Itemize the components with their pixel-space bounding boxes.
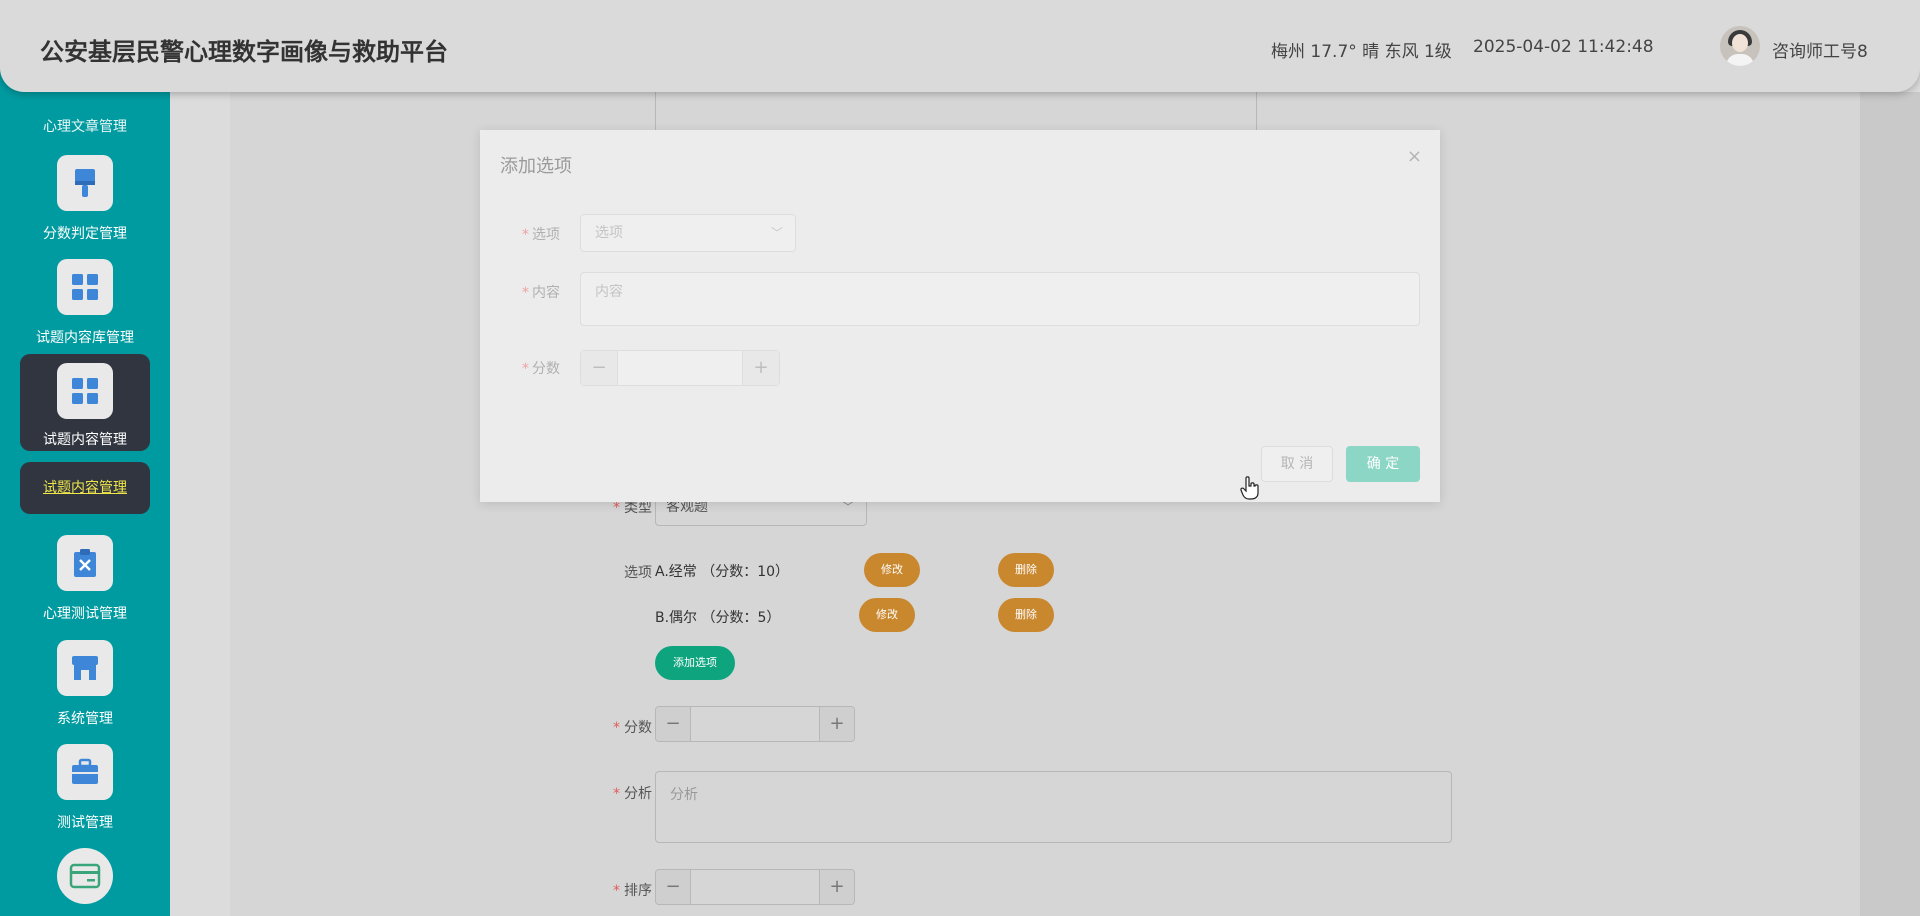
analysis-textarea[interactable]: 分析 (655, 771, 1452, 843)
delete-option-b-button[interactable]: 删除 (998, 598, 1054, 632)
cancel-button[interactable]: 取 消 (1261, 446, 1333, 482)
briefcase-icon (57, 744, 113, 800)
add-option-button[interactable]: 添加选项 (655, 646, 735, 680)
avatar[interactable] (1720, 26, 1760, 66)
score-stepper[interactable]: − + (655, 706, 855, 742)
order-label: * 排序 (613, 883, 652, 899)
analysis-label: * 分析 (613, 786, 652, 802)
delete-option-a-button[interactable]: 删除 (998, 553, 1054, 587)
modal-content-textarea[interactable]: 内容 (580, 272, 1420, 326)
sidebar-item-question-library[interactable]: 试题内容库管理 (20, 259, 150, 347)
app-title: 公安基层民警心理数字画像与救助平台 (40, 38, 448, 66)
sidebar-item-label: 测试管理 (57, 815, 113, 831)
username[interactable]: 咨询师工号8 (1772, 37, 1868, 62)
sidebar: 心理文章管理 分数判定管理 试题内容库管理 试题内容管理 试题内容管理 心理测试… (0, 0, 170, 916)
option-item-b: B.偶尔 （分数：5） (655, 610, 781, 626)
sidebar-subitem-question-content[interactable]: 试题内容管理 (20, 462, 150, 514)
plus-icon[interactable]: + (819, 870, 854, 904)
right-rail (1860, 92, 1920, 916)
sidebar-item-test[interactable]: 测试管理 (20, 744, 150, 832)
sidebar-item-label: 分数判定管理 (43, 226, 127, 242)
weather-info: 梅州 17.7° 晴 东风 1级 (1271, 42, 1452, 62)
sidebar-item-label: 心理测试管理 (43, 606, 127, 622)
minus-icon[interactable]: − (656, 707, 691, 741)
sidebar-item-label: 试题内容管理 (43, 432, 127, 448)
sidebar-item-label: 系统管理 (57, 711, 113, 727)
card-icon (57, 848, 113, 904)
sidebar-item-score-judge[interactable]: 分数判定管理 (20, 155, 150, 243)
close-icon[interactable]: × (1407, 146, 1422, 167)
avatar-body (1726, 54, 1754, 66)
minus-icon[interactable]: − (656, 870, 691, 904)
option-item-a: A.经常 （分数：10） (655, 564, 790, 580)
clipboard-x-icon (57, 535, 113, 591)
modal-score-stepper[interactable]: − + (580, 350, 780, 386)
score-label: * 分数 (613, 720, 652, 736)
hand-cursor-icon (1240, 476, 1260, 504)
grid-icon (57, 259, 113, 315)
modal-content-label: * 内容 (522, 285, 560, 301)
dialog-title: 添加选项 (500, 156, 572, 177)
plus-icon[interactable]: + (742, 351, 779, 385)
confirm-button[interactable]: 确 定 (1346, 446, 1420, 482)
brush-icon (57, 155, 113, 211)
sidebar-item-label: 试题内容库管理 (36, 330, 134, 346)
top-header: 公安基层民警心理数字画像与救助平台 梅州 17.7° 晴 东风 1级 2025-… (0, 0, 1920, 92)
options-label: 选项 (624, 565, 652, 581)
avatar-face (1732, 34, 1748, 52)
sidebar-item-article[interactable]: 心理文章管理 (20, 116, 150, 136)
sidebar-item-question-content[interactable]: 试题内容管理 (20, 354, 150, 451)
grid-icon (57, 363, 113, 419)
sidebar-item-extra[interactable] (20, 848, 150, 904)
order-stepper[interactable]: − + (655, 869, 855, 905)
datetime: 2025-04-02 11:42:48 (1473, 37, 1654, 57)
add-option-dialog: 添加选项 × * 选项 选项 ﹀ * 内容 内容 * 分数 − + 取 消 确 定 (480, 130, 1440, 502)
store-icon (57, 640, 113, 696)
minus-icon[interactable]: − (581, 351, 618, 385)
edit-option-b-button[interactable]: 修改 (859, 598, 915, 632)
chevron-down-icon: ﹀ (770, 226, 783, 240)
sidebar-item-system[interactable]: 系统管理 (20, 640, 150, 728)
sidebar-item-psych-test[interactable]: 心理测试管理 (20, 535, 150, 623)
plus-icon[interactable]: + (819, 707, 854, 741)
modal-option-select[interactable]: 选项 ﹀ (580, 214, 796, 252)
modal-score-label: * 分数 (522, 361, 560, 377)
modal-option-label: * 选项 (522, 227, 560, 243)
edit-option-a-button[interactable]: 修改 (864, 553, 920, 587)
